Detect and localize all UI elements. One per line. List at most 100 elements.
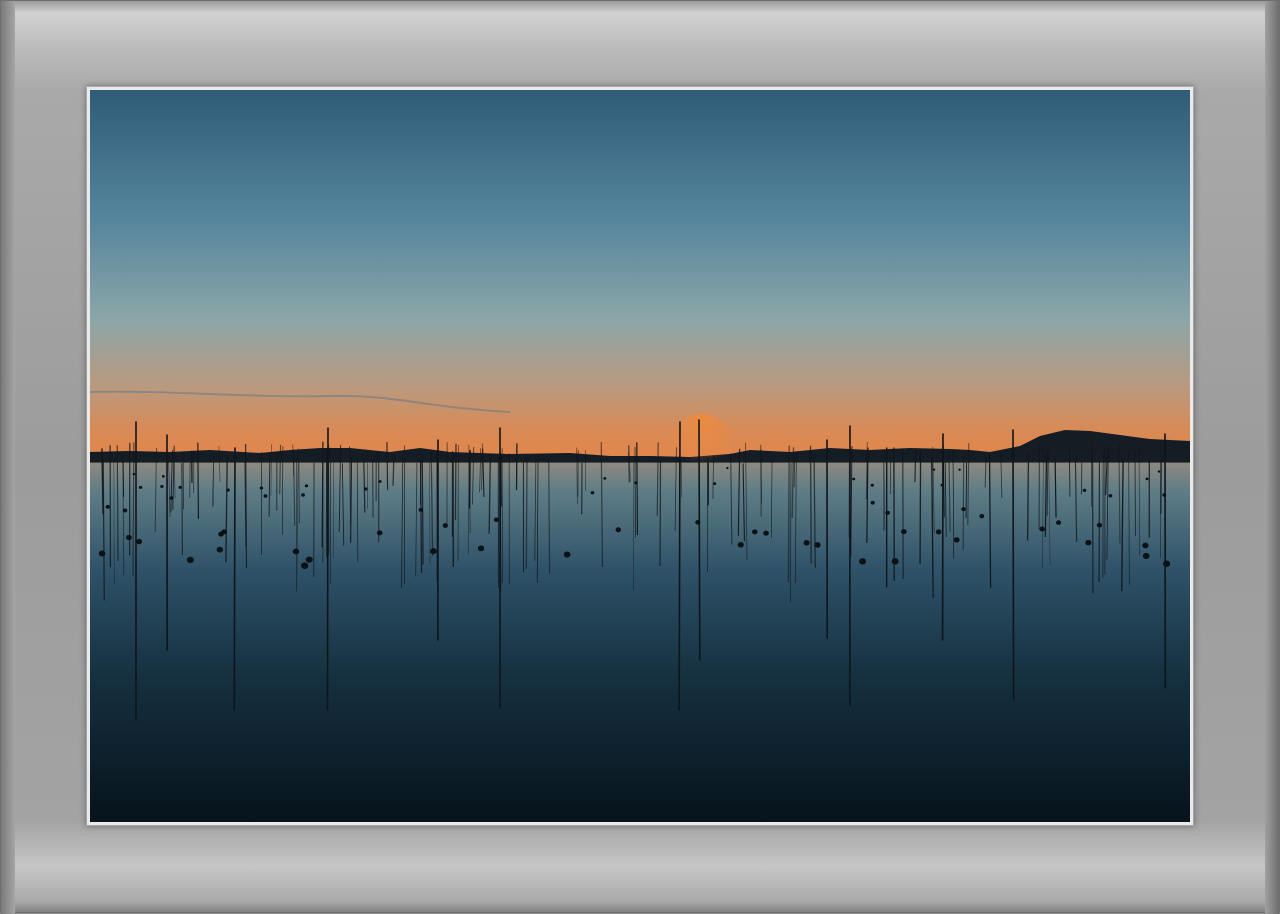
buoy <box>364 487 367 490</box>
buoy <box>936 529 942 534</box>
buoy <box>306 556 313 562</box>
buoy <box>1162 493 1166 496</box>
pole <box>915 450 916 482</box>
buoy <box>979 514 984 518</box>
buoy <box>958 469 960 471</box>
buoy <box>892 558 899 564</box>
pole <box>299 460 300 522</box>
sun-reflection <box>662 414 742 514</box>
frame-left-edge <box>1 1 15 914</box>
buoy <box>634 481 637 484</box>
buoy <box>226 488 230 491</box>
buoy <box>494 518 499 522</box>
buoy <box>99 550 106 556</box>
buoy <box>179 486 182 489</box>
pole <box>455 444 456 519</box>
buoy <box>954 537 960 542</box>
pole <box>280 445 281 493</box>
buoy <box>139 486 142 489</box>
buoy <box>901 529 907 534</box>
buoy <box>763 531 769 536</box>
buoy <box>1085 540 1091 546</box>
buoy <box>713 482 716 485</box>
pole <box>198 443 199 518</box>
buoy <box>162 475 165 478</box>
pole <box>133 443 134 576</box>
buoy <box>123 508 128 512</box>
buoy <box>804 540 810 546</box>
buoy <box>695 520 700 525</box>
pole <box>123 461 124 496</box>
buoy <box>941 484 944 487</box>
buoy <box>738 542 744 548</box>
buoy <box>136 539 142 544</box>
buoy <box>814 542 820 548</box>
buoy <box>443 523 448 528</box>
buoy <box>160 485 163 488</box>
pole <box>183 453 184 509</box>
pole <box>1028 454 1029 541</box>
frame-right-edge <box>1265 1 1279 914</box>
pole <box>102 449 103 514</box>
buoy <box>301 493 305 496</box>
pole <box>501 455 502 506</box>
buoy <box>616 527 621 532</box>
buoy <box>126 535 132 540</box>
buoy <box>933 468 935 470</box>
pole <box>393 455 394 485</box>
buoy <box>1039 527 1044 532</box>
buoy <box>187 557 194 563</box>
buoy <box>591 491 595 494</box>
buoy <box>377 530 383 535</box>
pole <box>679 422 680 710</box>
buoy <box>170 496 174 500</box>
buoy <box>603 477 606 480</box>
sunset-photo <box>90 90 1190 822</box>
buoy <box>478 545 484 551</box>
buoy <box>1146 478 1149 481</box>
buoy <box>260 487 263 490</box>
buoy <box>1056 520 1061 525</box>
buoy <box>885 511 890 515</box>
water <box>90 462 1190 822</box>
buoy <box>430 548 437 554</box>
pole <box>811 446 812 563</box>
pole <box>234 448 235 710</box>
buoy <box>1083 489 1087 492</box>
buoy <box>726 467 728 469</box>
buoy <box>1142 543 1148 549</box>
buoy <box>218 531 224 536</box>
buoy <box>859 558 866 564</box>
pole <box>387 443 388 490</box>
pole <box>699 420 700 660</box>
buoy <box>1158 470 1161 472</box>
buoy <box>217 547 223 553</box>
buoy <box>1143 553 1150 559</box>
buoy <box>961 507 965 511</box>
buoy <box>1163 560 1170 566</box>
buoy <box>752 529 758 534</box>
pole <box>1069 447 1070 496</box>
pole <box>637 443 638 535</box>
buoy <box>1097 523 1102 528</box>
buoy <box>419 508 423 512</box>
buoy <box>301 562 308 569</box>
pole <box>117 446 118 561</box>
buoy <box>1109 494 1113 497</box>
pole <box>788 446 789 582</box>
buoy <box>564 552 571 558</box>
buoy <box>305 484 308 487</box>
pole <box>1161 456 1162 513</box>
buoy <box>293 548 300 554</box>
buoy <box>264 494 268 497</box>
buoy <box>871 484 874 487</box>
pole <box>635 447 636 537</box>
buoy <box>106 505 110 509</box>
buoy <box>852 478 855 481</box>
pole <box>526 457 527 568</box>
buoy <box>379 480 382 483</box>
pole <box>794 454 795 487</box>
pole <box>1013 430 1014 700</box>
buoy <box>133 473 136 475</box>
pole <box>966 462 967 517</box>
